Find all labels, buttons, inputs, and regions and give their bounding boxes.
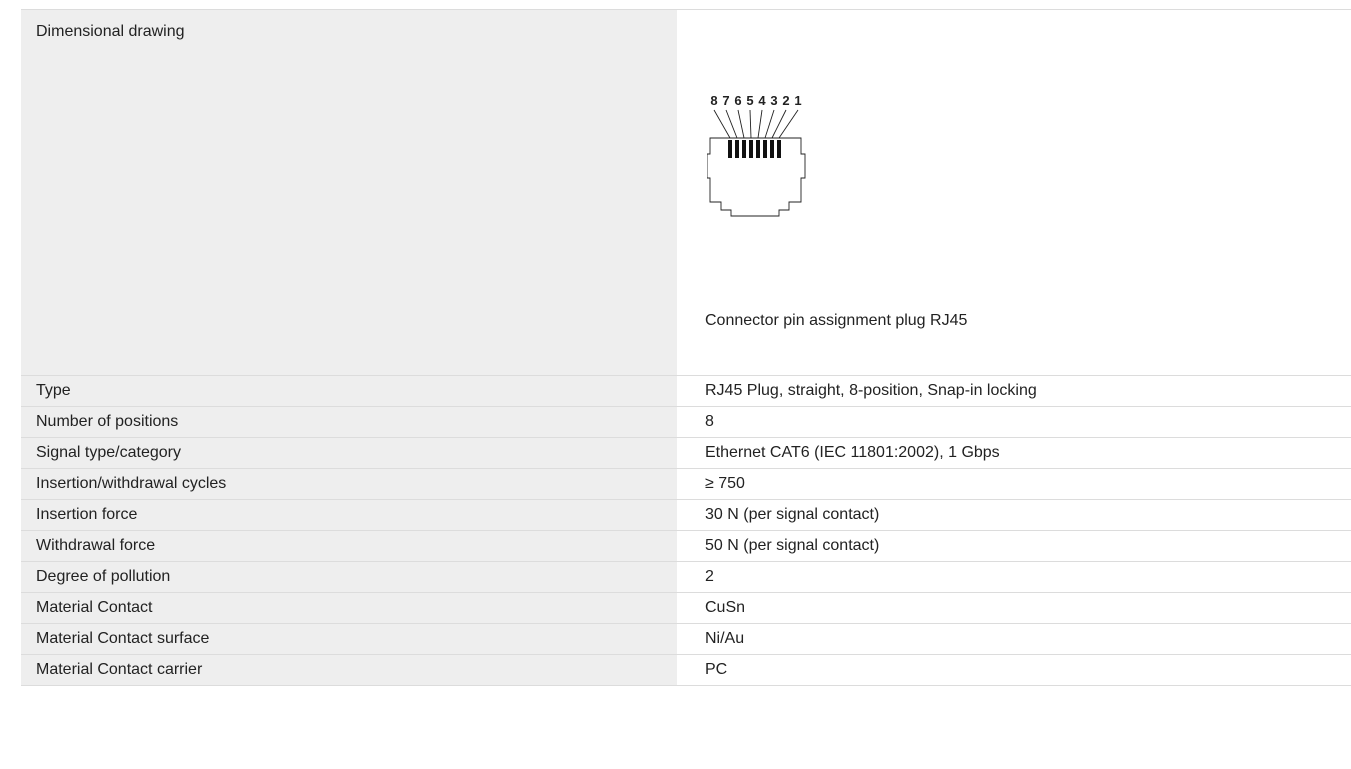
rj45-pin-diagram: 8 7 6 5 4 3 2 1 xyxy=(707,93,806,217)
row-label: Insertion/withdrawal cycles xyxy=(21,469,677,499)
row-label: Dimensional drawing xyxy=(21,10,677,375)
row-value: RJ45 Plug, straight, 8-position, Snap-in… xyxy=(705,382,1037,399)
pin-number-3: 3 xyxy=(770,93,777,108)
row-label: Signal type/category xyxy=(21,438,677,468)
row-value: PC xyxy=(705,661,728,678)
spec-row-insertion-force: Insertion force 30 N (per signal contact… xyxy=(21,500,1351,531)
spec-row-withdrawal-force: Withdrawal force 50 N (per signal contac… xyxy=(21,531,1351,562)
row-value: 2 xyxy=(705,568,714,585)
diagram-caption: Connector pin assignment plug RJ45 xyxy=(705,312,968,329)
row-value: ≥ 750 xyxy=(705,475,745,492)
drawing-cell: 8 7 6 5 4 3 2 1 Connector pin assignment… xyxy=(677,10,1351,375)
spec-row-number-of-positions: Number of positions 8 xyxy=(21,407,1351,438)
spec-row-material-contact: Material Contact CuSn xyxy=(21,593,1351,624)
row-label: Type xyxy=(21,376,677,406)
row-value: CuSn xyxy=(705,599,746,616)
row-label: Number of positions xyxy=(21,407,677,437)
row-label: Material Contact surface xyxy=(21,624,677,654)
spec-row-material-contact-surface: Material Contact surface Ni/Au xyxy=(21,624,1351,655)
row-value: 50 N (per signal contact) xyxy=(705,537,880,554)
dimensional-drawing-row: Dimensional drawing 8 7 6 5 4 3 2 1 Conn… xyxy=(21,10,1351,376)
row-label: Material Contact carrier xyxy=(21,655,677,685)
contact-pins xyxy=(728,140,781,158)
spec-row-degree-of-pollution: Degree of pollution 2 xyxy=(21,562,1351,593)
spec-row-signal-type: Signal type/category Ethernet CAT6 (IEC … xyxy=(21,438,1351,469)
pin-number-8: 8 xyxy=(710,93,717,108)
row-value: Ni/Au xyxy=(705,630,745,647)
pin-number-5: 5 xyxy=(746,93,753,108)
spec-row-type: Type RJ45 Plug, straight, 8-position, Sn… xyxy=(21,376,1351,407)
row-label: Withdrawal force xyxy=(21,531,677,561)
spec-row-insertion-withdrawal-cycles: Insertion/withdrawal cycles ≥ 750 xyxy=(21,469,1351,500)
row-label: Insertion force xyxy=(21,500,677,530)
spec-row-material-contact-carrier: Material Contact carrier PC xyxy=(21,655,1351,686)
pin-number-1: 1 xyxy=(794,93,801,108)
pin-number-6: 6 xyxy=(734,93,741,108)
spec-table: Dimensional drawing 8 7 6 5 4 3 2 1 Conn… xyxy=(21,9,1351,686)
pin-number-4: 4 xyxy=(758,93,766,108)
row-label: Degree of pollution xyxy=(21,562,677,592)
pin-leader-lines xyxy=(713,109,799,139)
spec-page: Dimensional drawing 8 7 6 5 4 3 2 1 Conn… xyxy=(0,0,1351,769)
pin-number-2: 2 xyxy=(782,93,789,108)
row-label: Material Contact xyxy=(21,593,677,623)
row-value: 8 xyxy=(705,413,714,430)
row-value: Ethernet CAT6 (IEC 11801:2002), 1 Gbps xyxy=(705,444,1000,461)
row-value: 30 N (per signal contact) xyxy=(705,506,880,523)
pin-number-7: 7 xyxy=(722,93,729,108)
